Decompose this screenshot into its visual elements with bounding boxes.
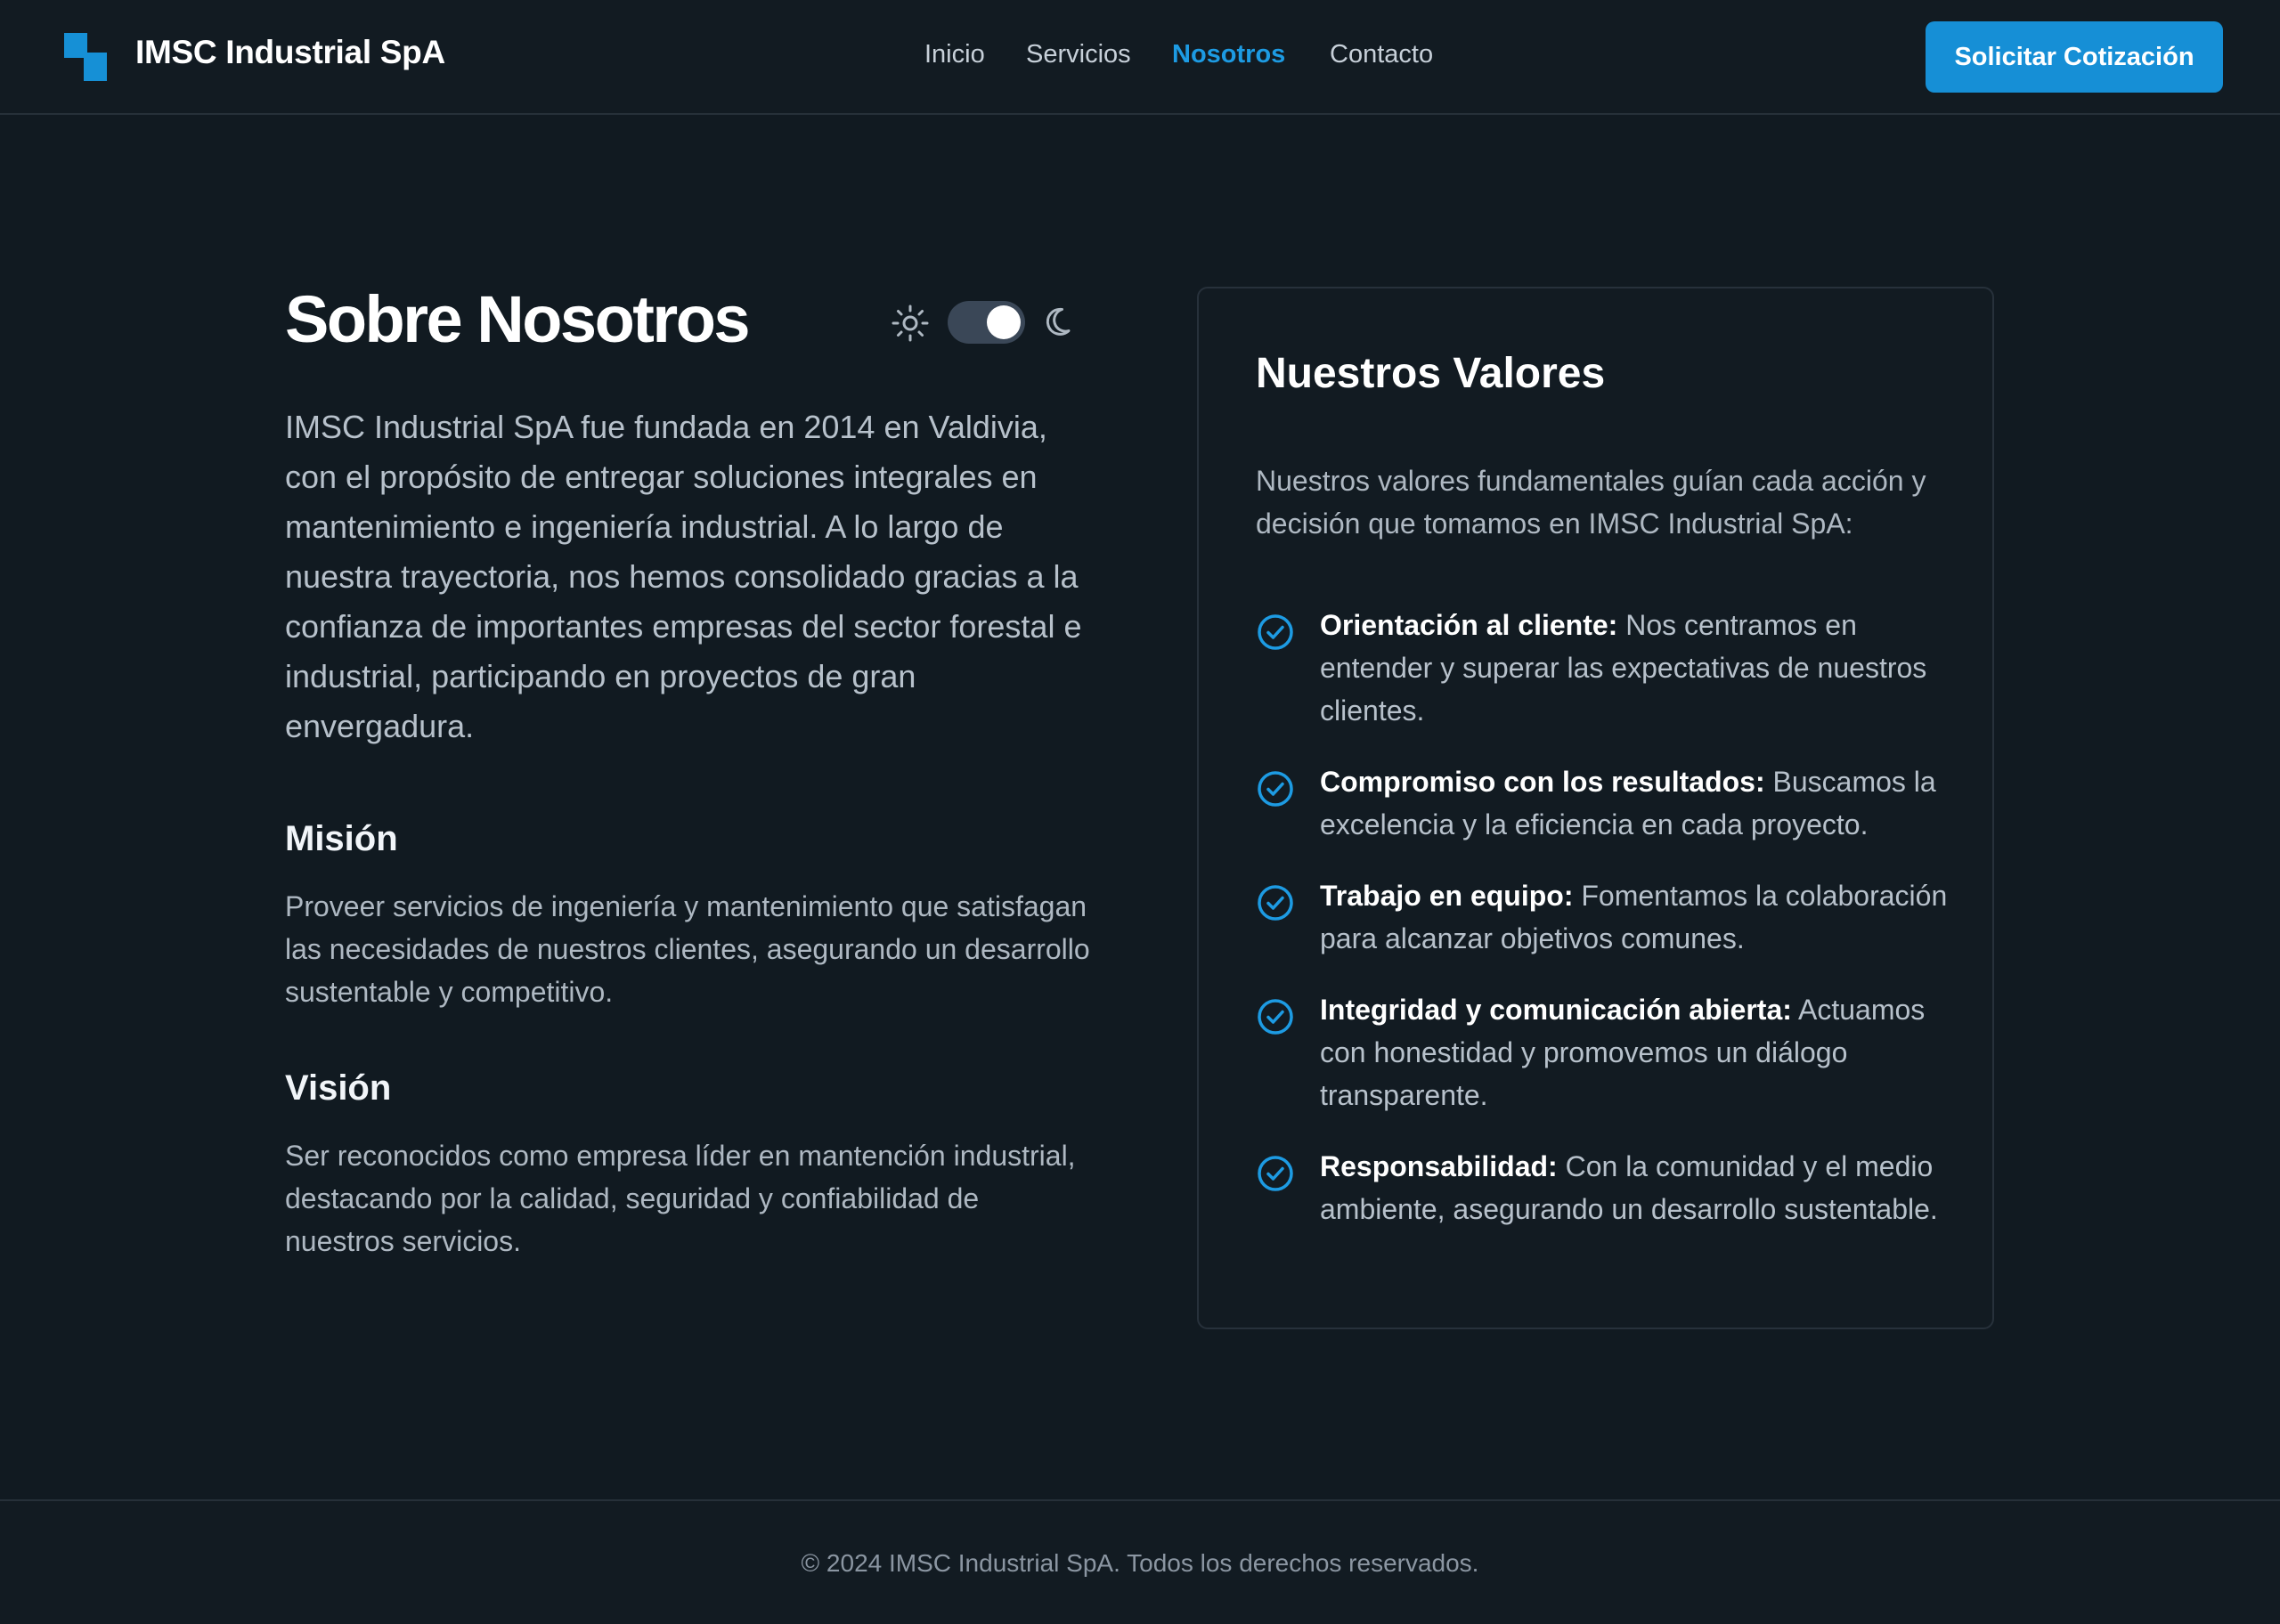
check-circle-icon [1258, 771, 1293, 807]
nav-contacto[interactable]: Contacto [1330, 40, 1433, 69]
copyright-text: © 2024 IMSC Industrial SpA. Todos los de… [801, 1549, 1479, 1577]
nav-inicio[interactable]: Inicio [924, 40, 985, 69]
logo-icon[interactable] [64, 33, 107, 81]
value-text: Responsabilidad: Con la comunidad y el m… [1320, 1145, 1948, 1230]
mission-heading: Misión [285, 819, 398, 858]
brand-name[interactable]: IMSC Industrial SpA [135, 34, 445, 71]
moon-icon [1046, 307, 1071, 336]
theme-switch-knob [987, 305, 1021, 339]
theme-switch[interactable] [948, 301, 1025, 344]
check-circle-icon [1258, 614, 1293, 650]
vision-text: Ser reconocidos como empresa líder en ma… [285, 1140, 1076, 1257]
values-heading: Nuestros Valores [1256, 350, 1606, 397]
check-circle-icon [1258, 885, 1293, 921]
site-header: IMSC Industrial SpA Inicio Servicios Nos… [0, 0, 2280, 115]
check-circle-icon [1258, 999, 1293, 1035]
theme-toggle[interactable] [891, 299, 1082, 345]
value-label: Trabajo en equipo: [1320, 880, 1574, 912]
values-intro: Nuestros valores fundamentales guían cad… [1256, 465, 1926, 540]
value-text: Integridad y comunicación abierta: Actua… [1320, 988, 1948, 1116]
value-text: Orientación al cliente: Nos centramos en… [1320, 604, 1948, 732]
vision-heading: Visión [285, 1068, 392, 1108]
check-circle-icon [1258, 1156, 1293, 1191]
about-intro: IMSC Industrial SpA fue fundada en 2014 … [285, 409, 1082, 744]
mission-text: Proveer servicios de ingeniería y manten… [285, 890, 1090, 1008]
sun-icon [892, 304, 929, 342]
value-label: Compromiso con los resultados: [1320, 766, 1765, 798]
value-label: Responsabilidad: [1320, 1150, 1558, 1182]
value-text: Trabajo en equipo: Fomentamos la colabor… [1320, 874, 1948, 960]
nav-nosotros[interactable]: Nosotros [1172, 40, 1285, 69]
values-card: Nuestros Valores Nuestros valores fundam… [1197, 287, 1994, 1329]
value-label: Orientación al cliente: [1320, 609, 1618, 641]
logo-square-bottom [84, 53, 107, 81]
site-footer: © 2024 IMSC Industrial SpA. Todos los de… [0, 1499, 2280, 1624]
request-quote-button[interactable]: Solicitar Cotización [1926, 21, 2223, 93]
page: IMSC Industrial SpA Inicio Servicios Nos… [0, 0, 2280, 1624]
page-title: Sobre Nosotros [285, 282, 751, 356]
value-text: Compromiso con los resultados: Buscamos … [1320, 760, 1948, 846]
value-label: Integridad y comunicación abierta: [1320, 994, 1792, 1026]
nav-servicios[interactable]: Servicios [1026, 40, 1131, 69]
